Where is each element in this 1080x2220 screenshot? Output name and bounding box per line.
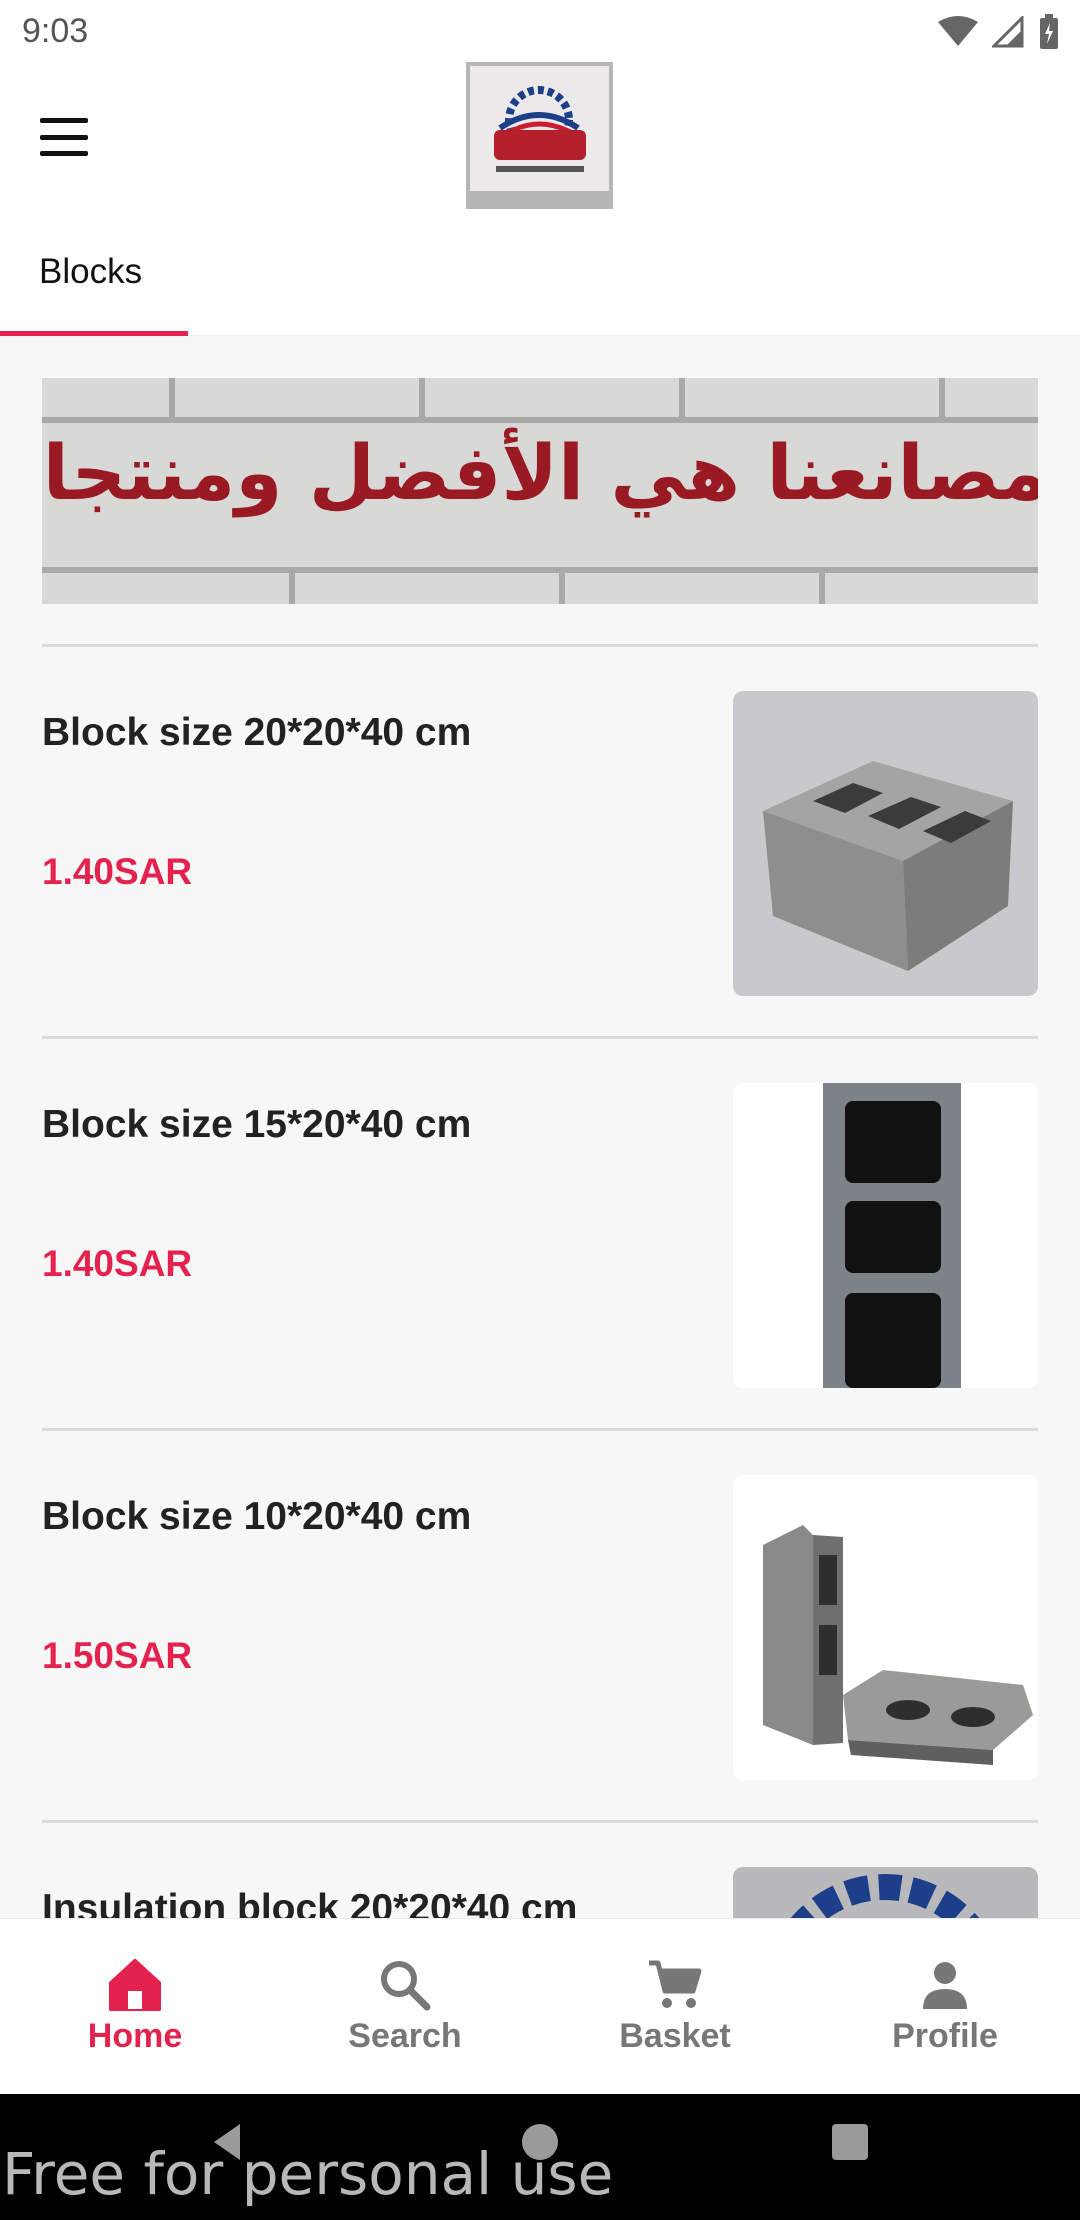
nav-label: Basket bbox=[619, 2017, 731, 2055]
wifi-icon bbox=[938, 16, 978, 46]
signal-icon bbox=[992, 16, 1024, 48]
product-card[interactable]: Block size 20*20*40 cm 1.40SAR bbox=[42, 691, 1038, 996]
category-tabs: Blocks bbox=[0, 214, 1080, 336]
product-name: Block size 15*20*40 cm bbox=[42, 1103, 472, 1146]
status-bar: 9:03 bbox=[0, 0, 1080, 62]
recents-icon[interactable] bbox=[828, 2120, 872, 2164]
app-bar bbox=[0, 62, 1080, 214]
person-icon bbox=[923, 1962, 967, 2009]
banner-text: مصانعنا هي الأفضل ومنتجاتنا الأقوى bbox=[42, 428, 1038, 517]
status-time: 9:03 bbox=[22, 12, 89, 50]
divider bbox=[42, 1036, 1038, 1039]
bottom-navigation: Home Search Basket Profile bbox=[0, 1918, 1080, 2094]
product-name: Block size 20*20*40 cm bbox=[42, 711, 472, 754]
nav-label: Search bbox=[348, 2017, 462, 2055]
product-image bbox=[733, 691, 1038, 996]
status-icons bbox=[938, 12, 1060, 52]
product-price: 1.50SAR bbox=[42, 1635, 193, 1676]
product-name: Block size 10*20*40 cm bbox=[42, 1495, 472, 1538]
divider bbox=[42, 1820, 1038, 1823]
factory-logo-graphic bbox=[470, 66, 609, 191]
tab-indicator bbox=[0, 331, 188, 336]
home-icon bbox=[109, 1959, 161, 2011]
product-card[interactable]: Block size 15*20*40 cm 1.40SAR bbox=[42, 1083, 1038, 1388]
cart-icon bbox=[649, 1960, 702, 2008]
battery-icon bbox=[1040, 14, 1058, 49]
menu-icon bbox=[40, 118, 88, 123]
promo-banner[interactable]: مصانعنا هي الأفضل ومنتجاتنا الأقوى bbox=[42, 378, 1038, 604]
product-card[interactable]: Block size 10*20*40 cm 1.50SAR bbox=[42, 1475, 1038, 1780]
divider bbox=[42, 1428, 1038, 1431]
divider bbox=[42, 644, 1038, 647]
nav-label: Profile bbox=[892, 2017, 998, 2055]
search-icon bbox=[381, 1961, 431, 2011]
tab-label: Blocks bbox=[39, 252, 143, 291]
nav-home[interactable]: Home bbox=[0, 1919, 270, 2095]
product-price: 1.40SAR bbox=[42, 851, 193, 892]
tab-blocks[interactable]: Blocks bbox=[0, 214, 188, 336]
watermark-text: Free for personal use bbox=[2, 2140, 614, 2208]
nav-basket[interactable]: Basket bbox=[540, 1919, 810, 2095]
brand-logo bbox=[466, 62, 613, 209]
nav-profile[interactable]: Profile bbox=[810, 1919, 1080, 2095]
product-image bbox=[733, 1475, 1038, 1780]
product-image bbox=[733, 1083, 1038, 1388]
menu-button[interactable] bbox=[36, 112, 92, 162]
product-price: 1.40SAR bbox=[42, 1243, 193, 1284]
nav-search[interactable]: Search bbox=[270, 1919, 540, 2095]
nav-label: Home bbox=[87, 2017, 183, 2055]
